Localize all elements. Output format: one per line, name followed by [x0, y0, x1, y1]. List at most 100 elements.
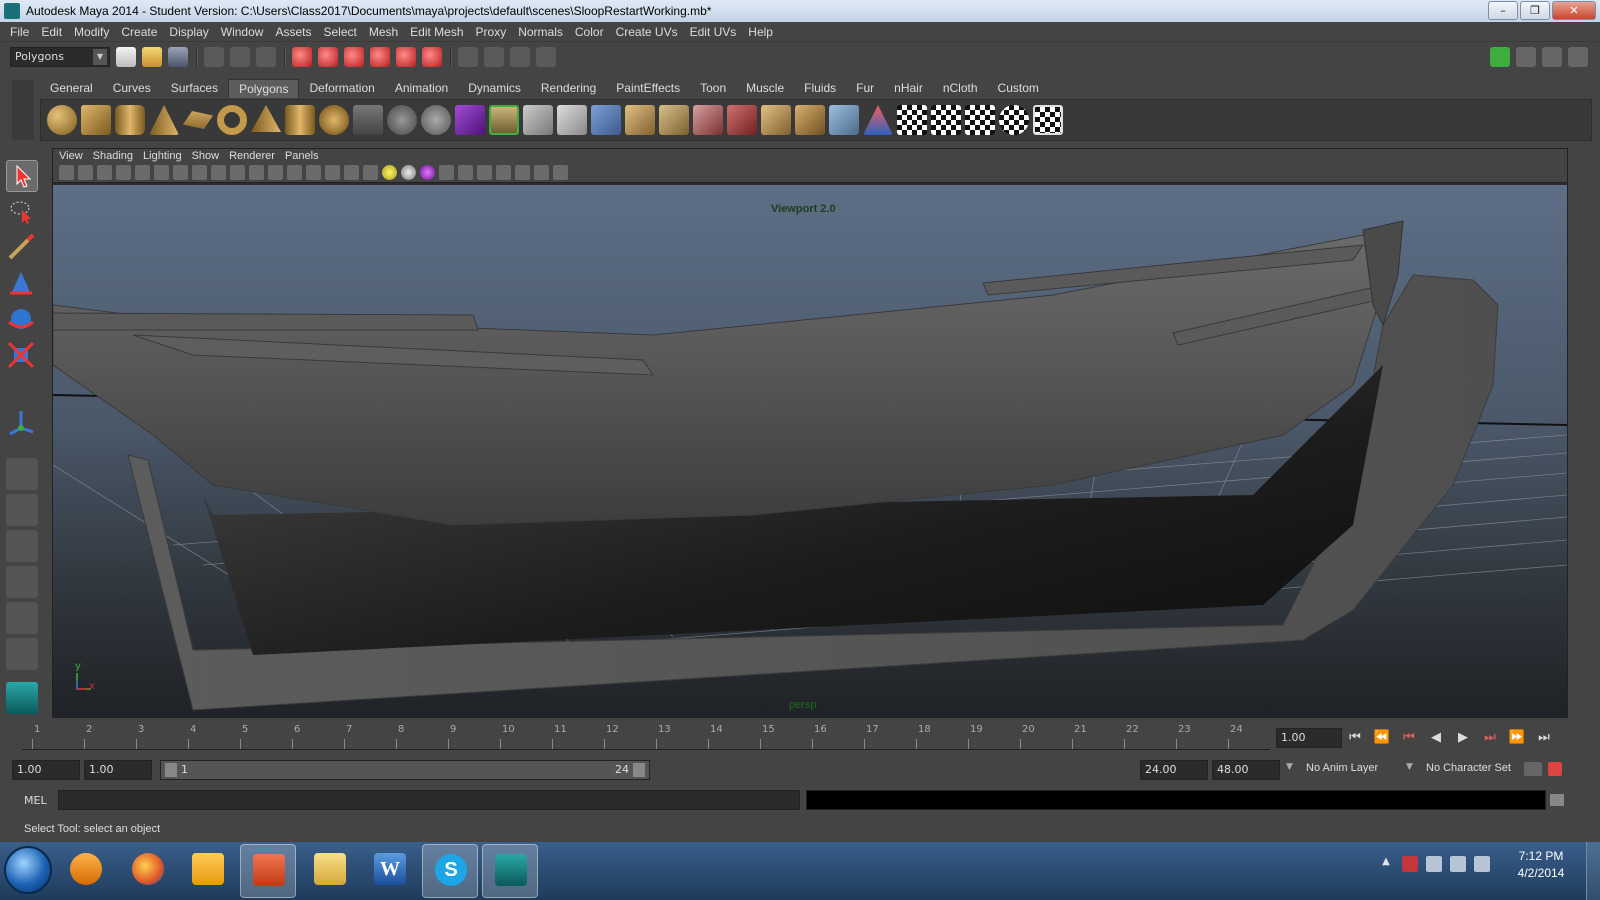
- snap-point-icon[interactable]: [344, 47, 364, 67]
- tab-fur[interactable]: Fur: [846, 79, 885, 98]
- select-component-icon[interactable]: [256, 47, 276, 67]
- xray-components-icon[interactable]: [553, 165, 568, 180]
- panel-menu-shading[interactable]: Shading: [93, 150, 133, 162]
- poly-sphere-icon[interactable]: [47, 105, 77, 135]
- menu-create[interactable]: Create: [121, 25, 157, 39]
- split-polygon-icon[interactable]: [591, 105, 621, 135]
- four-view-layout-icon[interactable]: [6, 494, 38, 526]
- lasso-tool-icon[interactable]: [6, 196, 38, 228]
- panel-menu-show[interactable]: Show: [192, 150, 220, 162]
- anim-layer-select[interactable]: No Anim Layer: [1306, 762, 1378, 774]
- snap-curve-icon[interactable]: [318, 47, 338, 67]
- snap-view-plane-icon[interactable]: [370, 47, 390, 67]
- network-icon[interactable]: [1450, 856, 1466, 872]
- menu-assets[interactable]: Assets: [275, 25, 311, 39]
- poly-soccer-ball-icon[interactable]: [319, 105, 349, 135]
- shadows-icon[interactable]: [401, 165, 416, 180]
- tab-custom[interactable]: Custom: [987, 79, 1049, 98]
- command-language-label[interactable]: MEL: [24, 794, 47, 807]
- menu-proxy[interactable]: Proxy: [476, 25, 507, 39]
- step-back-key-icon[interactable]: ⏮: [1400, 728, 1418, 748]
- show-desktop-button[interactable]: [1586, 842, 1600, 900]
- hypershade-layout-icon[interactable]: [6, 602, 38, 634]
- poke-icon[interactable]: [761, 105, 791, 135]
- character-set-select[interactable]: No Character Set: [1426, 762, 1511, 774]
- range-end-handle[interactable]: [633, 763, 645, 777]
- key-icon[interactable]: [1524, 762, 1542, 776]
- taskbar-clock[interactable]: 7:12 PM 4/2/2014: [1506, 848, 1576, 882]
- menu-file[interactable]: File: [10, 25, 29, 39]
- shelf-menu-grip[interactable]: [12, 80, 34, 140]
- xray-icon[interactable]: [515, 165, 530, 180]
- isolate-select-icon[interactable]: [496, 165, 511, 180]
- poly-torus-icon[interactable]: [217, 105, 247, 135]
- tab-dynamics[interactable]: Dynamics: [458, 79, 531, 98]
- play-backwards-icon[interactable]: ◀: [1427, 728, 1445, 748]
- tab-surfaces[interactable]: Surfaces: [160, 79, 229, 98]
- panel-menu-renderer[interactable]: Renderer: [229, 150, 275, 162]
- tab-general[interactable]: General: [40, 79, 103, 98]
- smooth-icon[interactable]: [421, 105, 451, 135]
- tab-painteffects[interactable]: PaintEffects: [606, 79, 691, 98]
- menu-select[interactable]: Select: [323, 25, 356, 39]
- device-icon[interactable]: [1426, 856, 1442, 872]
- uv-sew-icon[interactable]: [999, 105, 1029, 135]
- panel-menu-panels[interactable]: Panels: [285, 150, 319, 162]
- single-perspective-layout-icon[interactable]: [6, 458, 38, 490]
- channel-box-icon[interactable]: [1568, 47, 1588, 67]
- select-hierarchy-icon[interactable]: [204, 47, 224, 67]
- volume-icon[interactable]: [1474, 856, 1490, 872]
- field-chart-icon[interactable]: [249, 165, 264, 180]
- time-slider[interactable]: 1 2 3 4 5 6 7 8 9 10 11 12 13 14 15 16 17 18 19 20 21 22 23 24: [12, 720, 1272, 752]
- taskbar-word[interactable]: W: [362, 844, 418, 898]
- menu-color[interactable]: Color: [575, 25, 604, 39]
- open-scene-icon[interactable]: [142, 47, 162, 67]
- time-slider-track[interactable]: 1 2 3 4 5 6 7 8 9 10 11 12 13 14 15 16 17 18 19 20 21 22 23 24: [22, 724, 1270, 750]
- taskbar-maya[interactable]: [482, 844, 538, 898]
- menu-window[interactable]: Window: [221, 25, 264, 39]
- step-forward-frame-icon[interactable]: ⏩: [1508, 728, 1526, 748]
- xray-joints-icon[interactable]: [534, 165, 549, 180]
- tab-curves[interactable]: Curves: [102, 79, 161, 98]
- planar-mapping-icon[interactable]: [829, 105, 859, 135]
- uv-checker-icon[interactable]: [897, 105, 927, 135]
- command-input[interactable]: [58, 790, 800, 810]
- separate-icon[interactable]: [387, 105, 417, 135]
- mirror-geometry-icon[interactable]: [455, 105, 485, 135]
- menu-edit[interactable]: Edit: [41, 25, 62, 39]
- start-button[interactable]: [4, 846, 52, 894]
- depth-of-field-icon[interactable]: [477, 165, 492, 180]
- scale-tool-icon[interactable]: [6, 340, 38, 372]
- tab-ncloth[interactable]: nCloth: [932, 79, 988, 98]
- tab-rendering[interactable]: Rendering: [530, 79, 607, 98]
- taskbar-firefox[interactable]: [120, 844, 176, 898]
- menu-modify[interactable]: Modify: [74, 25, 109, 39]
- use-all-lights-icon[interactable]: [382, 165, 397, 180]
- wedge-icon[interactable]: [795, 105, 825, 135]
- select-object-icon[interactable]: [230, 47, 250, 67]
- poly-pipe-icon[interactable]: [285, 105, 315, 135]
- bookmark-icon[interactable]: [97, 165, 112, 180]
- close-button[interactable]: ✕: [1552, 1, 1596, 20]
- render-view-icon[interactable]: [458, 47, 478, 67]
- taskbar-powerpoint[interactable]: [240, 844, 296, 898]
- bevel-icon[interactable]: [693, 105, 723, 135]
- play-forwards-icon[interactable]: ▶: [1454, 728, 1472, 748]
- poly-pyramid-icon[interactable]: [251, 105, 281, 132]
- offset-edge-loop-icon[interactable]: [659, 105, 689, 135]
- range-slider[interactable]: 1 24: [160, 760, 650, 780]
- menu-normals[interactable]: Normals: [518, 25, 563, 39]
- film-gate-icon[interactable]: [192, 165, 207, 180]
- go-to-start-icon[interactable]: ⏮: [1346, 728, 1364, 748]
- paint-select-tool-icon[interactable]: [6, 232, 38, 264]
- poly-cube-icon[interactable]: [81, 105, 111, 135]
- screen-space-ao-icon[interactable]: [420, 165, 435, 180]
- taskbar-outlook[interactable]: [180, 844, 236, 898]
- tab-nhair[interactable]: nHair: [884, 79, 933, 98]
- character-set-chevron-icon[interactable]: ▼: [1406, 762, 1413, 772]
- modeling-toolkit-icon[interactable]: [1490, 47, 1510, 67]
- uv-layout-icon[interactable]: [931, 105, 961, 135]
- append-polygon-icon[interactable]: [557, 105, 587, 135]
- two-d-pan-zoom-icon[interactable]: [135, 165, 150, 180]
- panel-menu-lighting[interactable]: Lighting: [143, 150, 182, 162]
